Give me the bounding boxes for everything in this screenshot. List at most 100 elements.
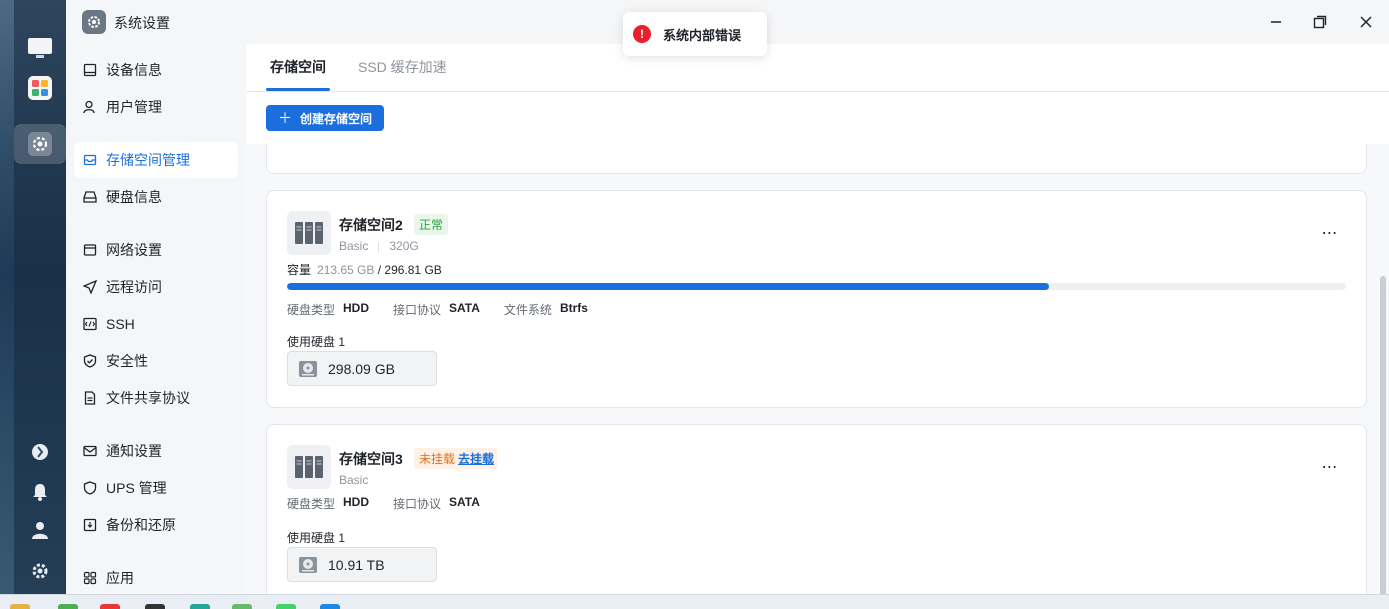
tab-bar: 存储空间 SSD 缓存加速 xyxy=(246,44,1389,92)
more-options-icon[interactable]: ⋯ xyxy=(1320,223,1340,243)
storage-meta: Basic 320G xyxy=(339,239,419,253)
sidebar-item-ssh[interactable]: SSH xyxy=(74,306,238,342)
taskbar-folder-icon[interactable] xyxy=(10,604,30,609)
error-toast: ! 系统内部错误 xyxy=(623,12,767,56)
disks-used-label: 使用硬盘 1 xyxy=(287,335,346,349)
hard-disk-icon xyxy=(299,360,317,377)
shield-icon xyxy=(82,353,98,369)
display-app-icon[interactable] xyxy=(26,34,54,62)
sidebar-item-backup[interactable]: 备份和还原 xyxy=(74,507,238,543)
bell-icon[interactable] xyxy=(30,482,50,502)
tab-storage[interactable]: 存储空间 xyxy=(270,57,326,77)
settings-window: 系统设置 设备信息 用户管理 存储空间管理 硬盘信息 网络设置 远程访问 SSH… xyxy=(66,0,1389,594)
taskbar-chat-icon[interactable] xyxy=(276,604,296,609)
sidebar-item-network[interactable]: 网络设置 xyxy=(74,232,238,268)
raid-type: Basic xyxy=(339,239,369,253)
storage-size: 320G xyxy=(389,239,419,253)
prop-value: SATA xyxy=(449,495,480,509)
capacity-label: 容量 xyxy=(287,263,312,277)
sidebar-item-notifications[interactable]: 通知设置 xyxy=(74,433,238,469)
sidebar-item-security[interactable]: 安全性 xyxy=(74,343,238,379)
sidebar-item-label: 硬盘信息 xyxy=(106,189,162,205)
sidebar-item-remote-access[interactable]: 远程访问 xyxy=(74,269,238,305)
sidebar-item-label: 备份和还原 xyxy=(106,517,176,533)
prop-value: SATA xyxy=(449,301,480,315)
sidebar-item-label: 文件共享协议 xyxy=(106,390,190,406)
window-title: 系统设置 xyxy=(114,15,170,31)
network-icon xyxy=(82,242,98,258)
ups-icon xyxy=(82,480,98,496)
sidebar-item-disk-info[interactable]: 硬盘信息 xyxy=(74,179,238,215)
sidebar-item-users[interactable]: 用户管理 xyxy=(74,89,238,125)
app-center-icon[interactable] xyxy=(26,74,54,102)
vertical-scrollbar[interactable] xyxy=(1380,276,1386,594)
backup-icon xyxy=(82,517,98,533)
disk-chip[interactable]: 298.09 GB xyxy=(287,351,437,386)
sidebar-item-storage[interactable]: 存储空间管理 xyxy=(74,142,238,178)
remote-icon xyxy=(82,279,98,295)
taskbar-app-icon[interactable] xyxy=(232,604,252,609)
active-tab-indicator xyxy=(266,88,330,91)
user-icon xyxy=(82,99,98,115)
create-storage-label: 创建存储空间 xyxy=(299,111,372,126)
taskbar-app-icon[interactable] xyxy=(100,604,120,609)
taskbar-app-icon[interactable] xyxy=(320,604,340,609)
close-button[interactable] xyxy=(1356,12,1376,32)
taskbar-app-icon[interactable] xyxy=(190,604,210,609)
storage-meta: Basic xyxy=(339,473,368,487)
more-options-icon[interactable]: ⋯ xyxy=(1320,457,1340,477)
device-icon xyxy=(82,62,98,78)
minimize-button[interactable] xyxy=(1266,12,1286,32)
remote-access-dock-icon[interactable] xyxy=(30,442,50,462)
settings-app-icon[interactable] xyxy=(26,130,54,158)
tab-ssd-cache[interactable]: SSD 缓存加速 xyxy=(358,57,447,77)
sidebar-item-apps[interactable]: 应用 xyxy=(74,560,238,596)
account-icon[interactable] xyxy=(30,520,50,540)
sidebar-item-device-info[interactable]: 设备信息 xyxy=(74,52,238,88)
storage-name: 存储空间2 xyxy=(339,217,403,233)
file-share-icon xyxy=(82,390,98,406)
storage-list: 存储空间2 正常 Basic 320G ⋯ 容量 213.65 GB / 296.8… xyxy=(246,144,1389,594)
mount-link[interactable]: 去挂载 xyxy=(458,448,498,469)
sidebar-item-label: 存储空间管理 xyxy=(106,152,190,168)
apps-icon xyxy=(82,570,98,586)
prop-value: Btrfs xyxy=(559,301,588,315)
taskbar-terminal-icon[interactable] xyxy=(145,604,165,609)
disk-chip[interactable]: 10.91 TB xyxy=(287,547,437,582)
sidebar-item-label: 设备信息 xyxy=(106,62,162,78)
disk-size: 298.09 GB xyxy=(328,360,395,377)
sidebar-item-file-sharing[interactable]: 文件共享协议 xyxy=(74,380,238,416)
sidebar-item-label: 通知设置 xyxy=(106,443,162,459)
prop-key: 硬盘类型 xyxy=(287,497,336,511)
plus-icon: ＋ xyxy=(277,110,292,126)
storage-properties: 硬盘类型 HDD 接口协议 SATA xyxy=(287,495,504,512)
sidebar-item-label: 安全性 xyxy=(106,353,148,369)
taskbar-app-icon[interactable] xyxy=(58,604,78,609)
settings-sidebar: 设备信息 用户管理 存储空间管理 硬盘信息 网络设置 远程访问 SSH 安全性 xyxy=(66,44,246,594)
maximize-button[interactable] xyxy=(1310,12,1330,32)
ssh-icon xyxy=(82,316,98,332)
storage-properties: 硬盘类型 HDD 接口协议 SATA 文件系统 Btrfs xyxy=(287,301,612,318)
sidebar-item-ups[interactable]: UPS 管理 xyxy=(74,470,238,506)
capacity-used: 213.65 GB xyxy=(317,263,375,277)
capacity-row: 容量 213.65 GB / 296.81 GB xyxy=(287,261,442,278)
prop-key: 文件系统 xyxy=(503,303,552,317)
prop-key: 硬盘类型 xyxy=(287,303,336,317)
settings-app-title-icon xyxy=(82,10,106,34)
prop-key: 接口协议 xyxy=(393,303,442,317)
sidebar-item-label: 用户管理 xyxy=(106,99,162,115)
gear-icon[interactable] xyxy=(30,561,50,581)
capacity-progress-fill xyxy=(287,283,1050,290)
error-icon: ! xyxy=(633,25,651,43)
sidebar-item-label: 网络设置 xyxy=(106,242,162,258)
disk-size: 10.91 TB xyxy=(328,556,385,573)
storage-volume-icon xyxy=(287,211,331,255)
raid-type: Basic xyxy=(339,473,369,487)
sidebar-item-label: 远程访问 xyxy=(106,279,162,295)
toast-message: 系统内部错误 xyxy=(663,27,742,43)
storage-card-partial xyxy=(266,144,1367,174)
storage-name: 存储空间3 xyxy=(339,451,403,467)
hdd-icon xyxy=(82,189,98,205)
storage-icon xyxy=(82,152,98,168)
create-storage-button[interactable]: ＋ 创建存储空间 xyxy=(266,105,384,131)
